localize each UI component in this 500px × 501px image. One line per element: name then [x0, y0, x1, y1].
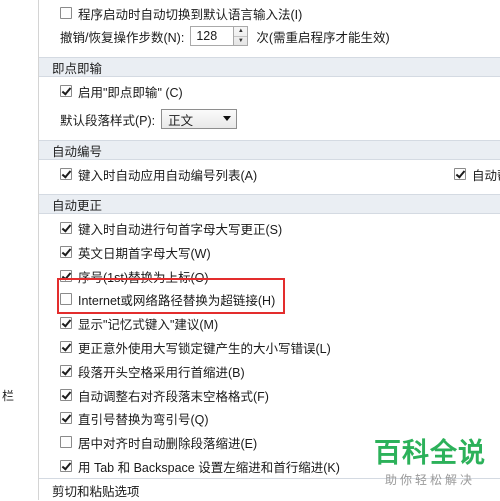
auto-number-right-label: 自动帮: [472, 168, 500, 183]
default-paragraph-style-label: 默认段落样式(P):: [60, 113, 156, 128]
auto-correct-label: 用 Tab 和 Backspace 设置左缩进和首行缩进(K): [78, 460, 340, 475]
auto-correct-label: 直引号替换为弯引号(Q): [78, 412, 209, 427]
auto-correct-item[interactable]: 更正意外使用大写锁定键产生的大小写错误(L): [60, 336, 331, 358]
watermark-logo: 百科全说 助你轻松解决: [374, 439, 486, 488]
click-type-enable-label: 启用"即点即输" (C): [78, 85, 183, 100]
options-content: 程序启动时自动切换到默认语言输入法(I) 撤销/恢复操作步数(N): 128 ▲…: [39, 0, 500, 500]
spin-up-icon[interactable]: ▲: [234, 27, 248, 37]
click-type-enable-checkbox[interactable]: [60, 85, 72, 97]
section-header-auto-correct: 自动更正: [39, 194, 500, 214]
default-paragraph-style-select[interactable]: 正文: [161, 109, 238, 129]
auto-correct-checkbox[interactable]: [60, 412, 72, 424]
auto-correct-checkbox[interactable]: [60, 365, 72, 377]
section-header-click-type: 即点即输: [39, 57, 500, 77]
auto-correct-item[interactable]: 居中对齐时自动删除段落缩进(E): [60, 431, 257, 453]
auto-correct-label: 自动调整右对齐段落末空格格式(F): [78, 389, 269, 404]
ime-switch-label: 程序启动时自动切换到默认语言输入法(I): [78, 7, 303, 22]
undo-steps-label: 撤销/恢复操作步数(N):: [60, 30, 185, 45]
undo-steps-input[interactable]: 128: [190, 26, 235, 46]
spin-down-icon[interactable]: ▼: [234, 37, 247, 46]
auto-number-right-row[interactable]: 自动帮: [454, 163, 500, 185]
ime-switch-row[interactable]: 程序启动时自动切换到默认语言输入法(I): [60, 2, 302, 24]
watermark-subtitle: 助你轻松解决: [384, 473, 475, 487]
auto-correct-item[interactable]: 直引号替换为弯引号(Q): [60, 407, 209, 429]
auto-number-list-checkbox[interactable]: [60, 168, 72, 180]
auto-correct-checkbox[interactable]: [60, 460, 72, 472]
auto-number-list-row[interactable]: 键入时自动应用自动编号列表(A): [60, 163, 257, 185]
auto-correct-item[interactable]: 段落开头空格采用行首缩进(B): [60, 360, 245, 382]
auto-correct-item[interactable]: 自动调整右对齐段落末空格格式(F): [60, 384, 269, 406]
section-header-cut-paste: 剪切和粘贴选项: [52, 484, 140, 499]
click-type-enable-row[interactable]: 启用"即点即输" (C): [60, 80, 183, 102]
highlight-box: [57, 278, 285, 314]
auto-correct-label: 键入时自动进行句首字母大写更正(S): [78, 222, 283, 237]
auto-number-right-checkbox[interactable]: [454, 168, 466, 180]
auto-correct-checkbox[interactable]: [60, 389, 72, 401]
auto-correct-checkbox[interactable]: [60, 222, 72, 234]
auto-correct-checkbox[interactable]: [60, 436, 72, 448]
section-header-auto-number: 自动编号: [39, 140, 500, 160]
auto-correct-label: 居中对齐时自动删除段落缩进(E): [78, 436, 258, 451]
auto-correct-item[interactable]: 键入时自动进行句首字母大写更正(S): [60, 217, 282, 239]
auto-correct-checkbox[interactable]: [60, 317, 72, 329]
left-nav-stub-text[interactable]: 栏: [2, 387, 14, 404]
auto-correct-item[interactable]: 英文日期首字母大写(W): [60, 241, 211, 263]
auto-correct-label: 更正意外使用大写锁定键产生的大小写错误(L): [78, 341, 331, 356]
chevron-down-icon: [223, 116, 232, 121]
undo-steps-suffix: 次(需重启程序才能生效): [256, 30, 390, 45]
auto-correct-item[interactable]: 用 Tab 和 Backspace 设置左缩进和首行缩进(K): [60, 455, 340, 477]
undo-steps-row: 撤销/恢复操作步数(N): 128 ▲ ▼ 次(需重启程序才能生效): [60, 25, 390, 47]
auto-number-list-label: 键入时自动应用自动编号列表(A): [78, 168, 258, 183]
ime-switch-checkbox[interactable]: [60, 7, 72, 19]
left-nav-pane: 栏: [0, 0, 39, 500]
auto-correct-item[interactable]: 显示"记忆式键入"建议(M): [60, 312, 218, 334]
default-paragraph-style-row: 默认段落样式(P): 正文: [60, 108, 238, 130]
auto-correct-label: 段落开头空格采用行首缩进(B): [78, 365, 245, 380]
auto-correct-label: 英文日期首字母大写(W): [78, 246, 211, 261]
watermark-title: 百科全说: [374, 438, 486, 469]
auto-correct-label: 显示"记忆式键入"建议(M): [78, 317, 219, 332]
auto-correct-checkbox[interactable]: [60, 246, 72, 258]
undo-steps-spinner[interactable]: ▲ ▼: [234, 26, 249, 46]
auto-correct-checkbox[interactable]: [60, 341, 72, 353]
